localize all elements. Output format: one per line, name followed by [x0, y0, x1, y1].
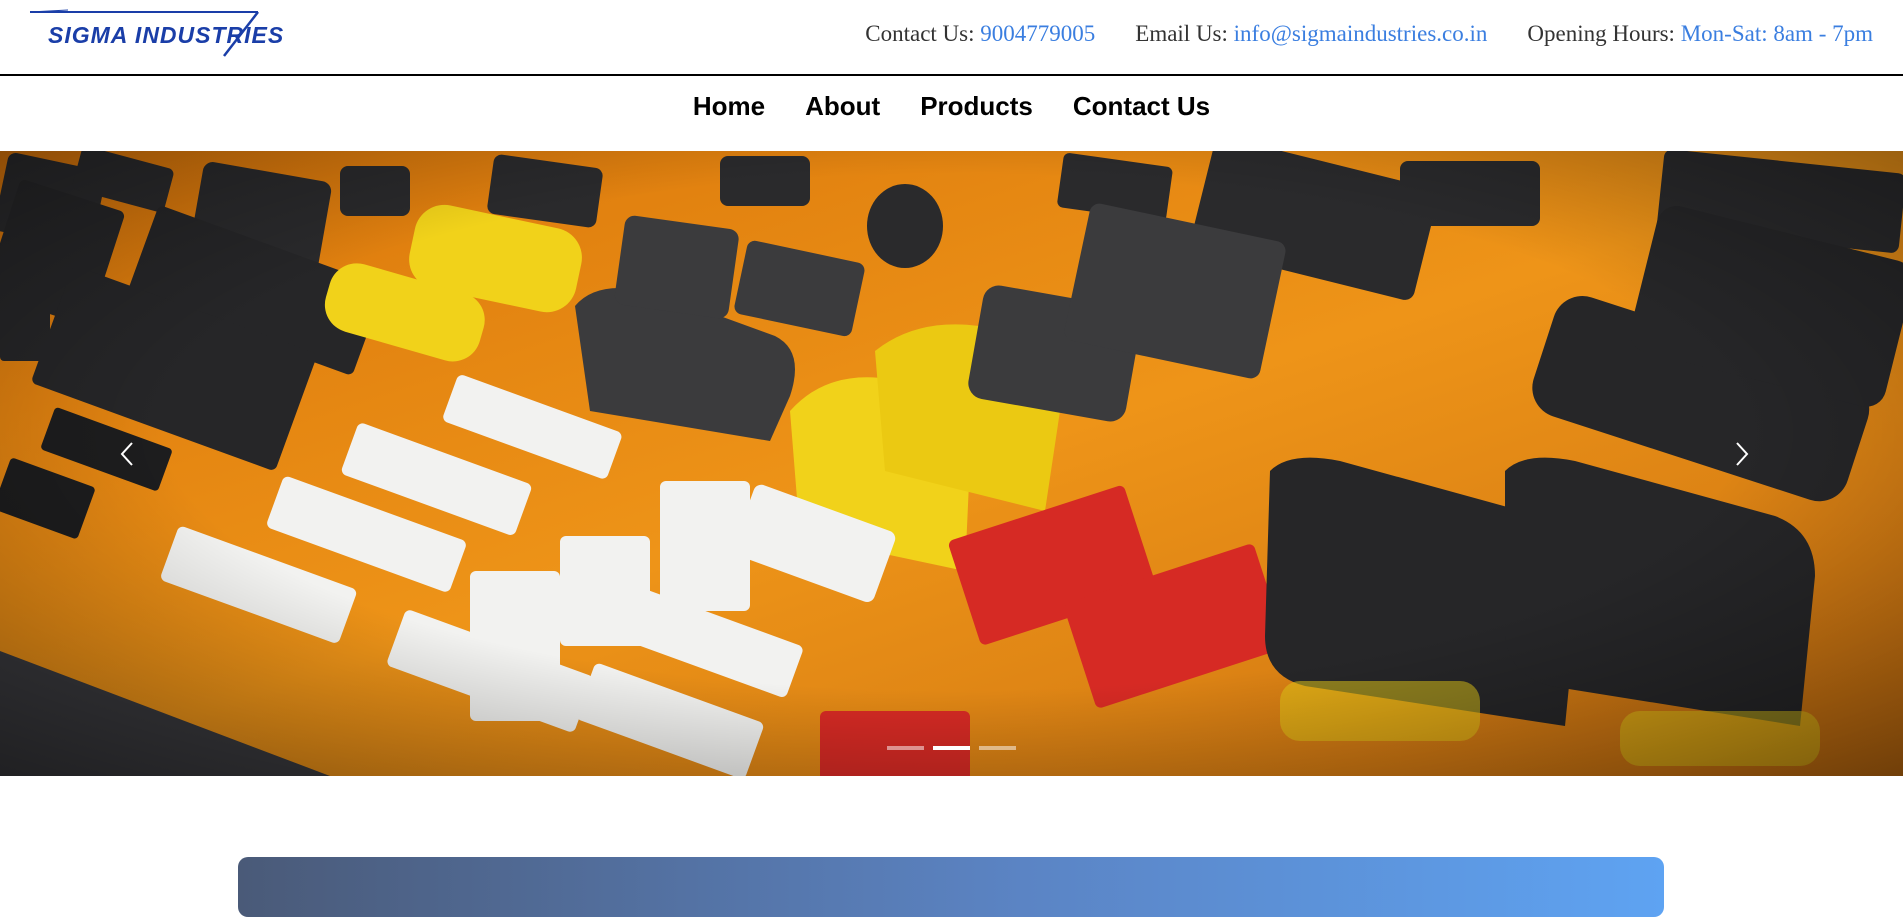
hours-value: Mon-Sat: 8am - 7pm [1680, 21, 1873, 46]
contact-strip: Contact Us: 9004779005 Email Us: info@si… [865, 18, 1873, 50]
email-link[interactable]: info@sigmaindustries.co.in [1234, 21, 1488, 46]
hero-carousel [0, 151, 1903, 776]
email-contact: Email Us: info@sigmaindustries.co.in [1135, 21, 1487, 47]
hero-slide-image [0, 151, 1903, 776]
carousel-next-button[interactable] [1733, 440, 1773, 480]
carousel-indicator-2[interactable] [933, 746, 970, 750]
hours-label: Opening Hours: [1527, 21, 1675, 46]
carousel-prev-button[interactable] [118, 440, 158, 480]
nav-item-products[interactable]: Products [920, 91, 1033, 136]
carousel-indicator-3[interactable] [979, 746, 1016, 750]
nav-item-about[interactable]: About [805, 91, 880, 136]
phone-contact: Contact Us: 9004779005 [865, 21, 1095, 47]
carousel-indicator-1[interactable] [887, 746, 924, 750]
chevron-left-icon [120, 442, 133, 466]
brand-name: SIGMA INDUSTRIES [48, 22, 285, 48]
phone-link[interactable]: 9004779005 [980, 21, 1095, 46]
nav-item-home[interactable]: Home [693, 91, 765, 136]
brand-logo[interactable]: SIGMA INDUSTRIES [28, 8, 283, 58]
main-nav: Home About Products Contact Us [0, 76, 1903, 150]
opening-hours: Opening Hours: Mon-Sat: 8am - 7pm [1527, 21, 1873, 47]
email-label: Email Us: [1135, 21, 1228, 46]
promo-panel [238, 857, 1664, 917]
carousel-indicators [0, 746, 1903, 750]
top-header: SIGMA INDUSTRIES Contact Us: 9004779005 … [0, 0, 1903, 76]
nav-item-contact-us[interactable]: Contact Us [1073, 91, 1210, 136]
phone-label: Contact Us: [865, 21, 975, 46]
chevron-right-icon [1736, 442, 1749, 466]
